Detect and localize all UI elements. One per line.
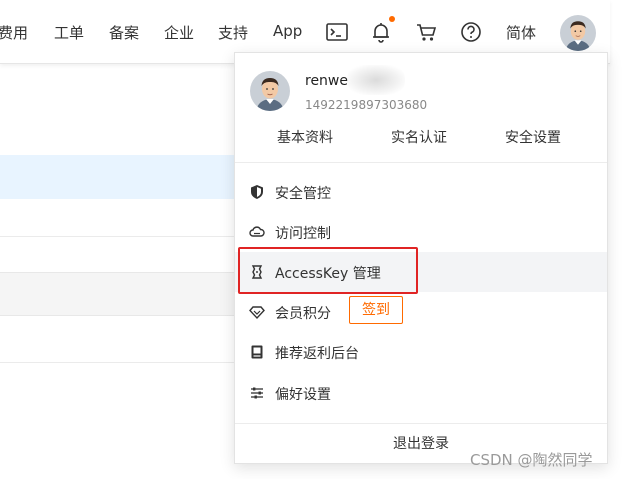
- book-icon: [249, 344, 265, 360]
- nav-app[interactable]: App: [273, 22, 302, 40]
- user-avatar[interactable]: [560, 15, 596, 51]
- link-security-settings[interactable]: 安全设置: [505, 127, 561, 147]
- menu-item-referral-rebate[interactable]: 推荐返利后台: [235, 332, 607, 372]
- account-id: 1492219897303680: [305, 98, 428, 112]
- nav-enterprise[interactable]: 企业: [164, 22, 194, 43]
- menu-label: 偏好设置: [275, 387, 331, 403]
- menu-label: 会员积分: [275, 306, 331, 322]
- shield-icon: [249, 184, 265, 200]
- menu-label: 推荐返利后台: [275, 346, 359, 362]
- menu-item-preferences[interactable]: 偏好设置: [235, 373, 607, 413]
- nav-tickets[interactable]: 工单: [54, 22, 84, 43]
- terminal-icon[interactable]: [324, 19, 350, 45]
- menu-label: 访问控制: [275, 226, 331, 242]
- nav-fees[interactable]: 费用: [0, 22, 28, 43]
- account-dropdown: renwe 1492219897303680 基本资料 实名认证 安全设置 安全…: [234, 52, 608, 464]
- link-basic-info[interactable]: 基本资料: [277, 127, 333, 147]
- dropdown-divider: [235, 423, 607, 424]
- background-divider: [0, 236, 234, 237]
- account-username: renwe: [305, 73, 348, 89]
- menu-item-security-control[interactable]: 安全管控: [235, 172, 607, 212]
- nav-support[interactable]: 支持: [218, 22, 248, 43]
- background-selected-row: [0, 155, 234, 199]
- menu-item-member-points[interactable]: 会员积分 签到: [235, 292, 607, 332]
- language-switch[interactable]: 简体: [506, 22, 536, 43]
- dropdown-divider: [235, 162, 607, 163]
- sliders-icon: [249, 385, 265, 401]
- help-icon[interactable]: [458, 19, 484, 45]
- background-table-header: [0, 272, 234, 316]
- key-icon: [249, 264, 265, 280]
- background-divider: [0, 362, 234, 363]
- menu-item-access-control[interactable]: 访问控制: [235, 212, 607, 252]
- nav-filing[interactable]: 备案: [109, 22, 139, 43]
- cart-icon[interactable]: [414, 19, 440, 45]
- dropdown-avatar: [250, 71, 290, 111]
- menu-label: 安全管控: [275, 186, 331, 202]
- sign-in-button[interactable]: 签到: [349, 296, 403, 324]
- watermark-text: CSDN @陶然同学: [470, 451, 593, 469]
- cloud-icon: [249, 224, 265, 240]
- menu-item-accesskey-management[interactable]: AccessKey 管理: [235, 252, 607, 292]
- notification-dot: [389, 16, 395, 22]
- link-real-name-auth[interactable]: 实名认证: [391, 127, 447, 147]
- menu-label: AccessKey 管理: [275, 266, 381, 282]
- bell-icon[interactable]: [368, 19, 394, 45]
- diamond-icon: [249, 304, 265, 320]
- username-redaction: [347, 65, 405, 95]
